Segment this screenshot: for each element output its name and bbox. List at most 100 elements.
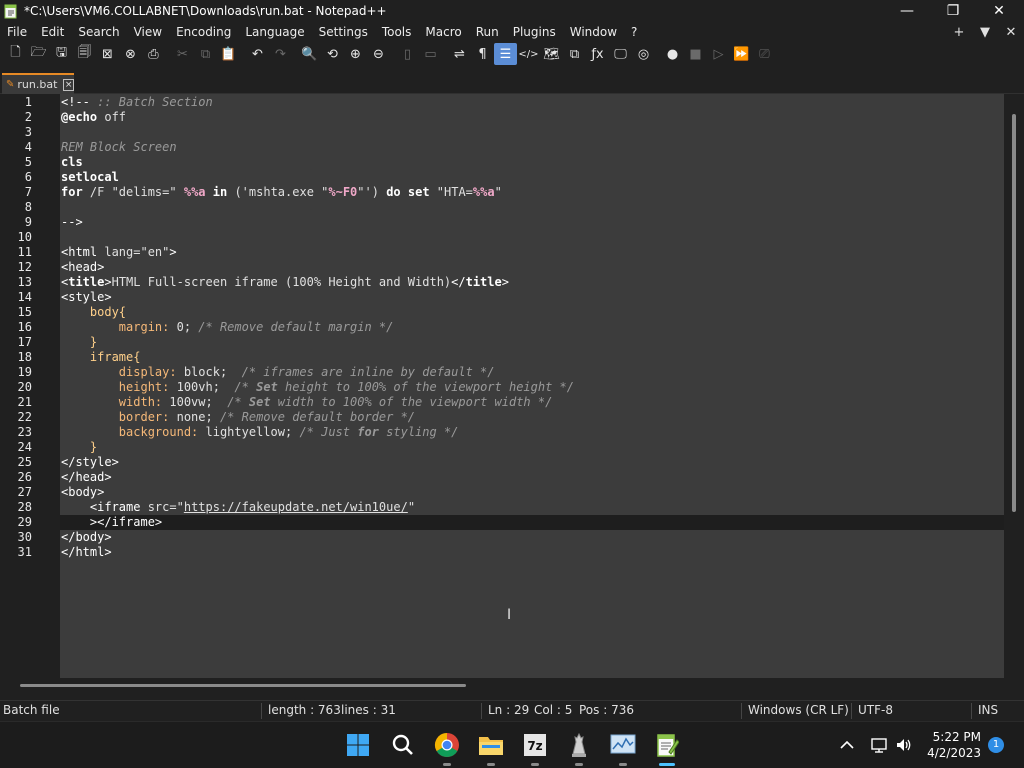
udl-icon[interactable]: </> (517, 43, 540, 65)
network-icon[interactable] (866, 730, 894, 760)
menu-language[interactable]: Language (238, 22, 311, 42)
vertical-scrollbar[interactable] (1004, 94, 1024, 678)
play-macro-icon[interactable]: ▷ (707, 43, 730, 65)
code-line[interactable]: width: 100vw; /* Set width to 100% of th… (60, 395, 1004, 410)
windows-start-icon[interactable] (343, 730, 373, 760)
sync-horizontal-icon[interactable]: ▭ (419, 43, 442, 65)
menu-view[interactable]: View (127, 22, 169, 42)
tab-run-bat[interactable]: ✎ run.bat × (2, 73, 74, 94)
menu-macro[interactable]: Macro (418, 22, 468, 42)
code-line[interactable] (60, 125, 1004, 140)
print-icon[interactable]: ⎙ (142, 43, 165, 65)
chess-app-icon[interactable] (564, 730, 594, 766)
code-line[interactable]: <title>HTML Full-screen iframe (100% Hei… (60, 275, 1004, 290)
volume-icon[interactable] (892, 730, 916, 760)
close-all-icon[interactable]: ⊗ (119, 43, 142, 65)
code-line[interactable]: </head> (60, 470, 1004, 485)
vertical-scroll-thumb[interactable] (1012, 114, 1016, 512)
folder-as-workspace-icon[interactable]: 🖵 (609, 43, 632, 65)
menu-plugins[interactable]: Plugins (506, 22, 563, 42)
editor-area[interactable]: 1 2 3 4 5 6 7 8 9 10 11 12 13 14 15 16 17 18 19 20 21 22 23 24 2… (2, 94, 1004, 678)
horizontal-scrollbar[interactable] (2, 678, 1024, 694)
search-icon[interactable] (388, 730, 418, 760)
code-line[interactable]: } (60, 335, 1004, 350)
find-icon[interactable]: 🔍 (298, 43, 321, 65)
code-line[interactable]: body{ (60, 305, 1004, 320)
cut-icon[interactable]: ✂ (171, 43, 194, 65)
show-all-chars-icon[interactable]: ¶ (471, 43, 494, 65)
save-all-icon[interactable]: 🗐 (73, 43, 96, 65)
redo-icon[interactable]: ↷ (269, 43, 292, 65)
system-clock[interactable]: 5:22 PM 4/2/2023 (925, 729, 981, 761)
performance-monitor-icon[interactable] (608, 730, 638, 766)
word-wrap-icon[interactable]: ⇌ (448, 43, 471, 65)
close-doc-icon[interactable]: ✕ (998, 25, 1024, 40)
record-macro-icon[interactable]: ● (661, 43, 684, 65)
copy-icon[interactable]: ⧉ (194, 43, 217, 65)
run-macro-multiple-icon[interactable]: ⏩ (730, 43, 753, 65)
code-line[interactable]: <iframe src="https://fakeupdate.net/win1… (60, 500, 1004, 515)
menu-edit[interactable]: Edit (34, 22, 71, 42)
tab-close-icon[interactable]: × (63, 78, 74, 91)
code-line[interactable]: @echo off (60, 110, 1004, 125)
code-line[interactable]: margin: 0; /* Remove default margin */ (60, 320, 1004, 335)
save-macro-icon[interactable]: ⎚ (753, 43, 776, 65)
code-line[interactable]: cls (60, 155, 1004, 170)
menu-encoding[interactable]: Encoding (169, 22, 238, 42)
code-line[interactable]: <!-- :: Batch Section (60, 95, 1004, 110)
code-line[interactable]: } (60, 440, 1004, 455)
menu-window[interactable]: Window (563, 22, 624, 42)
menu-run[interactable]: Run (469, 22, 506, 42)
new-file-icon[interactable]: 🗋 (4, 43, 27, 65)
code-line[interactable]: <html lang="en"> (60, 245, 1004, 260)
stop-macro-icon[interactable]: ■ (684, 43, 707, 65)
code-line[interactable]: iframe{ (60, 350, 1004, 365)
code-line[interactable]: height: 100vh; /* Set height to 100% of … (60, 380, 1004, 395)
code-line[interactable]: <head> (60, 260, 1004, 275)
code-line[interactable] (60, 230, 1004, 245)
undo-icon[interactable]: ↶ (246, 43, 269, 65)
function-list-icon[interactable]: ƒx (586, 43, 609, 65)
replace-icon[interactable]: ⟲ (321, 43, 344, 65)
code-line[interactable]: REM Block Screen (60, 140, 1004, 155)
indent-guide-icon[interactable]: ☰ (494, 43, 517, 65)
menu-tools[interactable]: Tools (375, 22, 419, 42)
file-explorer-icon[interactable] (476, 730, 506, 766)
zoom-in-icon[interactable]: ⊕ (344, 43, 367, 65)
code-line[interactable]: border: none; /* Remove default border *… (60, 410, 1004, 425)
show-hidden-icons-chevron-icon[interactable] (832, 730, 862, 760)
menu-search[interactable]: Search (71, 22, 126, 42)
close-window-button[interactable]: ✕ (976, 0, 1022, 22)
code-line[interactable] (60, 200, 1004, 215)
code-line[interactable]: display: block; /* iframes are inline by… (60, 365, 1004, 380)
save-icon[interactable]: 🖫 (50, 43, 73, 65)
tab-list-dropdown-icon[interactable]: ▼ (972, 25, 998, 40)
code-line[interactable]: for /F "delims=" %%a in ('mshta.exe "%~F… (60, 185, 1004, 200)
zoom-out-icon[interactable]: ⊖ (367, 43, 390, 65)
chrome-icon[interactable] (432, 730, 462, 766)
close-icon[interactable]: ⊠ (96, 43, 119, 65)
new-tab-plus-icon[interactable]: + (946, 25, 972, 40)
code-line[interactable]: setlocal (60, 170, 1004, 185)
notification-badge[interactable]: 1 (988, 737, 1004, 753)
notepadpp-icon[interactable] (652, 730, 682, 766)
menu-file[interactable]: File (0, 22, 34, 42)
doc-list-icon[interactable]: ⧉ (563, 43, 586, 65)
menu-settings[interactable]: Settings (312, 22, 375, 42)
paste-icon[interactable]: 📋 (217, 43, 240, 65)
code-line[interactable]: --> (60, 215, 1004, 230)
open-file-icon[interactable]: 🗁 (27, 43, 50, 65)
restore-button[interactable]: ❐ (930, 0, 976, 22)
7zip-icon[interactable]: 7z (520, 730, 550, 766)
minimize-button[interactable]: — (884, 0, 930, 22)
monitoring-icon[interactable]: ◎ (632, 43, 655, 65)
code-line[interactable]: <body> (60, 485, 1004, 500)
code-line[interactable]: </html> (60, 545, 1004, 560)
code-line[interactable]: <style> (60, 290, 1004, 305)
menu-help[interactable]: ? (624, 22, 644, 42)
horizontal-scroll-thumb[interactable] (20, 684, 466, 687)
sync-vertical-icon[interactable]: ▯ (396, 43, 419, 65)
doc-map-icon[interactable]: 🗺 (540, 43, 563, 65)
code-line[interactable]: </body> (60, 530, 1004, 545)
code-line[interactable]: </style> (60, 455, 1004, 470)
